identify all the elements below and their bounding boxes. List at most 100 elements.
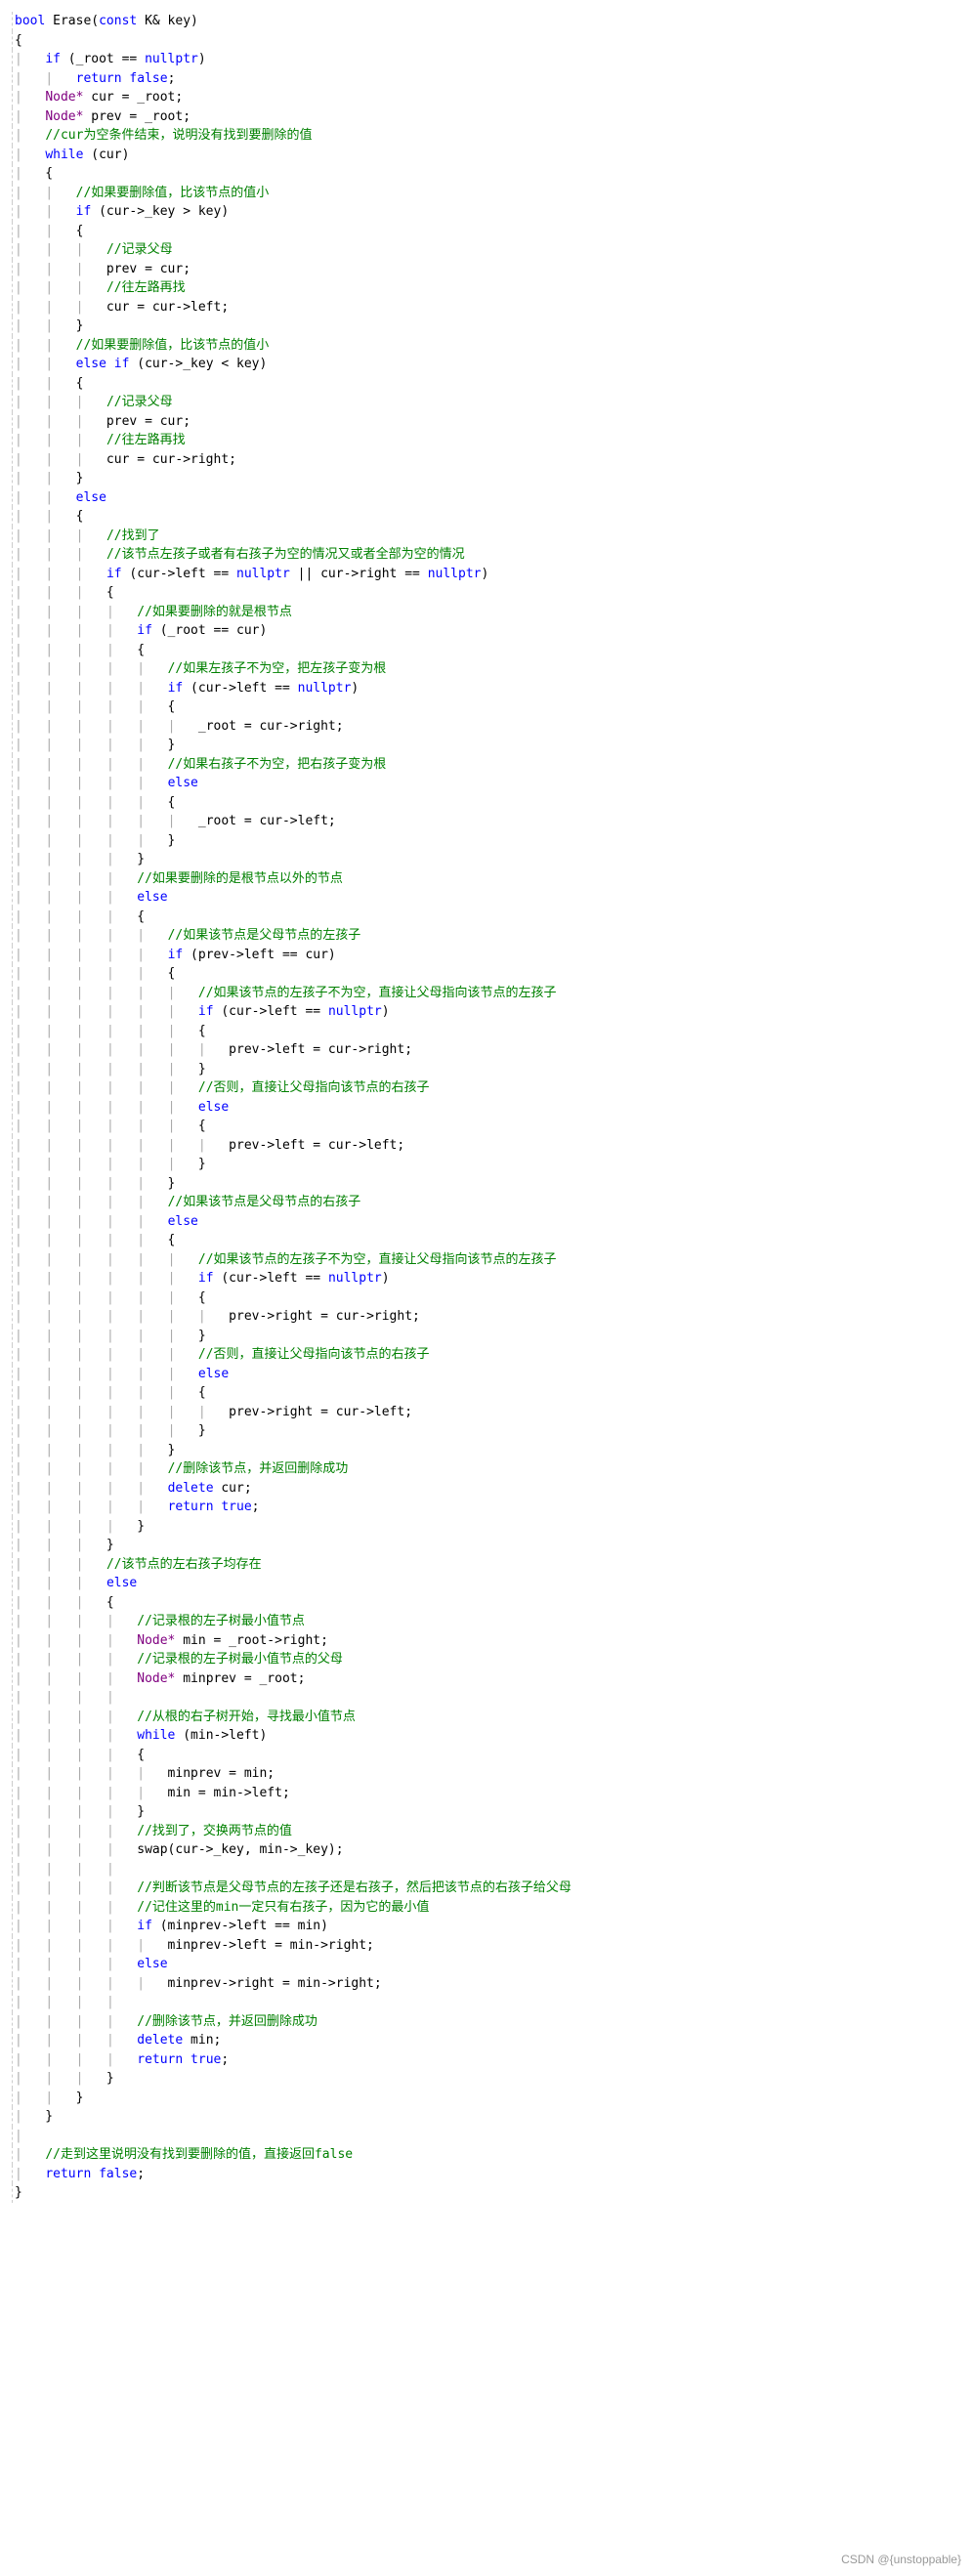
- code-line: | | | | | | {: [12, 1288, 961, 1308]
- code-line: | | | | | }: [12, 1174, 961, 1194]
- code-line: | | | | return true;: [12, 2050, 961, 2070]
- code-line: | | | | | minprev = min;: [12, 1764, 961, 1784]
- code-line: | | | //往左路再找: [12, 278, 961, 298]
- code-line: | | | | //判断该节点是父母节点的左孩子还是右孩子，然后把该节点的右孩子…: [12, 1879, 961, 1898]
- code-line: | return false;: [12, 2165, 961, 2184]
- code-line: | | | //记录父母: [12, 240, 961, 260]
- code-line: | | }: [12, 2089, 961, 2108]
- code-block: bool Erase(const K& key){| if (_root == …: [0, 0, 973, 2215]
- code-line: | | | | | if (cur->left == nullptr): [12, 679, 961, 698]
- code-line: | | | | | return true;: [12, 1498, 961, 1517]
- code-line: | | | else: [12, 1574, 961, 1593]
- code-line: | | | | | }: [12, 736, 961, 755]
- code-line: | | | | //记录根的左子树最小值节点的父母: [12, 1650, 961, 1669]
- code-line: | if (_root == nullptr): [12, 50, 961, 69]
- code-line: bool Erase(const K& key): [12, 12, 961, 31]
- code-line: | | //如果要删除值，比该节点的值小: [12, 336, 961, 356]
- code-line: | | | {: [12, 583, 961, 603]
- code-line: | Node* prev = _root;: [12, 107, 961, 127]
- code-line: | | | | | | {: [12, 1022, 961, 1041]
- code-line: | | | {: [12, 1593, 961, 1613]
- code-line: }: [12, 2183, 961, 2203]
- code-line: | | | | | | }: [12, 1421, 961, 1441]
- code-line: | | {: [12, 374, 961, 394]
- code-line: | | | | | | {: [12, 1383, 961, 1403]
- code-line: | | | | //删除该节点，并返回删除成功: [12, 2012, 961, 2032]
- code-line: | | | | //找到了，交换两节点的值: [12, 1822, 961, 1841]
- code-line: | | | | {: [12, 908, 961, 927]
- code-line: | | | | }: [12, 850, 961, 869]
- code-line: | | | |: [12, 1993, 961, 2012]
- code-line: | | | | | }: [12, 1441, 961, 1460]
- code-line: | | {: [12, 222, 961, 241]
- code-line: | Node* cur = _root;: [12, 88, 961, 107]
- code-line: | | | | //记录根的左子树最小值节点: [12, 1612, 961, 1631]
- code-line: | | else: [12, 488, 961, 508]
- code-line: | | | //往左路再找: [12, 431, 961, 450]
- code-line: | | | | | delete cur;: [12, 1479, 961, 1499]
- code-line: | | | | | | else: [12, 1365, 961, 1384]
- code-line: | | {: [12, 507, 961, 527]
- code-line: | | | }: [12, 1536, 961, 1555]
- code-line: | | | | while (min->left): [12, 1726, 961, 1746]
- code-line: | | | | if (_root == cur): [12, 621, 961, 641]
- code-line: | | | | | | | prev->right = cur->left;: [12, 1403, 961, 1422]
- code-line: | | | |: [12, 1860, 961, 1879]
- code-line: | | | | | //如果右孩子不为空，把右孩子变为根: [12, 755, 961, 775]
- code-line: | | | cur = cur->left;: [12, 298, 961, 317]
- code-line: | | | | }: [12, 1802, 961, 1822]
- code-line: | | | | | | //如果该节点的左孩子不为空，直接让父母指向该节点的左孩…: [12, 984, 961, 1003]
- code-line: | | | | | minprev->left = min->right;: [12, 1936, 961, 1956]
- code-line: | | | | | | | prev->right = cur->right;: [12, 1307, 961, 1327]
- code-line: | | | | swap(cur->_key, min->_key);: [12, 1840, 961, 1860]
- code-line: | | | | | | }: [12, 1155, 961, 1174]
- code-line: | | | | | }: [12, 831, 961, 851]
- code-line: | | | | //如果要删除的是根节点以外的节点: [12, 869, 961, 889]
- code-line: | | if (cur->_key > key): [12, 202, 961, 222]
- code-line: | | | //该节点的左右孩子均存在: [12, 1555, 961, 1575]
- code-line: | | | //找到了: [12, 527, 961, 546]
- code-line: | | | | | | _root = cur->right;: [12, 717, 961, 737]
- code-line: | //走到这里说明没有找到要删除的值，直接返回false: [12, 2145, 961, 2165]
- code-line: | | | | | | if (cur->left == nullptr): [12, 1269, 961, 1288]
- code-line: | | | | | | if (cur->left == nullptr): [12, 1002, 961, 1022]
- code-line: | | | | | {: [12, 793, 961, 813]
- csdn-watermark: CSDN @{unstoppable}: [841, 2551, 961, 2568]
- code-line: | | | |: [12, 1688, 961, 1708]
- code-line: | | | prev = cur;: [12, 412, 961, 432]
- code-line: | | | | }: [12, 1517, 961, 1537]
- code-line: | | | | {: [12, 641, 961, 660]
- code-line: | | | | | | {: [12, 1117, 961, 1136]
- code-line: | //cur为空条件结束，说明没有找到要删除的值: [12, 126, 961, 146]
- code-line: | | | if (cur->left == nullptr || cur->r…: [12, 565, 961, 584]
- code-line: | | | | | min = min->left;: [12, 1784, 961, 1803]
- code-line: | | | | | {: [12, 697, 961, 717]
- code-line: | | | | | {: [12, 964, 961, 984]
- code-line: | | | | delete min;: [12, 2031, 961, 2050]
- code-line: | | | | else: [12, 1955, 961, 1974]
- code-line: | | | | if (minprev->left == min): [12, 1917, 961, 1936]
- code-line: | while (cur): [12, 146, 961, 165]
- code-line: | | }: [12, 317, 961, 336]
- code-line: | }: [12, 2107, 961, 2127]
- code-line: | | }: [12, 469, 961, 488]
- code-line: | | | | | {: [12, 1231, 961, 1250]
- code-line: | | | //记录父母: [12, 393, 961, 412]
- code-line: {: [12, 31, 961, 51]
- code-line: | | | | | | | prev->left = cur->left;: [12, 1136, 961, 1156]
- code-line: | | | | else: [12, 888, 961, 908]
- code-line: | | return false;: [12, 69, 961, 89]
- code-line: | | | cur = cur->right;: [12, 450, 961, 470]
- code-line: | | | | | //如果该节点是父母节点的右孩子: [12, 1193, 961, 1212]
- code-line: | | //如果要删除值，比该节点的值小: [12, 184, 961, 203]
- code-line: | | | | Node* min = _root->right;: [12, 1631, 961, 1651]
- code-line: | | | | | | _root = cur->left;: [12, 812, 961, 831]
- code-line: |: [12, 2127, 961, 2146]
- code-line: | | | | | | | prev->left = cur->right;: [12, 1040, 961, 1060]
- code-line: | | else if (cur->_key < key): [12, 355, 961, 374]
- code-line: | | | | | | //否则，直接让父母指向该节点的右孩子: [12, 1078, 961, 1098]
- code-line: | | | | | | }: [12, 1327, 961, 1346]
- code-line: | | | | //如果要删除的就是根节点: [12, 603, 961, 622]
- code-line: | | | //该节点左孩子或者有右孩子为空的情况又或者全部为空的情况: [12, 545, 961, 565]
- code-line: | | | | //记住这里的min一定只有右孩子，因为它的最小值: [12, 1898, 961, 1918]
